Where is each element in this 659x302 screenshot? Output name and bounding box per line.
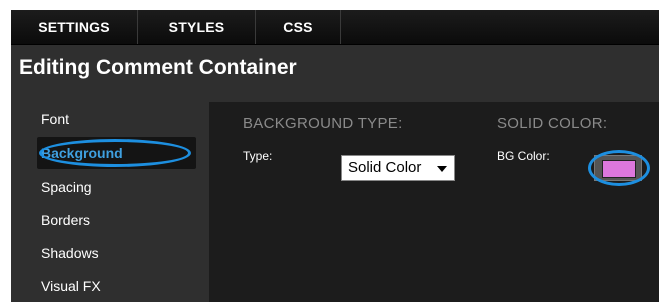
background-type-value: Solid Color — [348, 159, 422, 176]
solid-color-heading: SOLID COLOR: — [497, 115, 608, 132]
tab-styles[interactable]: STYLES — [138, 10, 256, 44]
page-title: Editing Comment Container — [19, 56, 297, 79]
background-type-select[interactable]: Solid Color — [341, 155, 455, 181]
type-label: Type: — [243, 149, 273, 163]
background-settings-panel — [209, 102, 659, 302]
background-type-heading: BACKGROUND TYPE: — [243, 115, 403, 132]
highlight-annotation-ring — [39, 139, 191, 167]
swatch-annotation-ring — [588, 150, 650, 186]
sidebar-item-shadows[interactable]: Shadows — [41, 245, 99, 261]
sidebar-item-spacing[interactable]: Spacing — [41, 179, 92, 195]
tab-settings[interactable]: SETTINGS — [11, 10, 138, 44]
editor-window: SETTINGS STYLES CSS Editing Comment Cont… — [11, 10, 659, 302]
tab-bar: SETTINGS STYLES CSS — [11, 10, 659, 45]
tab-css[interactable]: CSS — [256, 10, 341, 44]
chevron-down-icon — [437, 166, 447, 172]
sidebar-item-font[interactable]: Font — [41, 111, 69, 127]
sidebar-item-borders[interactable]: Borders — [41, 212, 90, 228]
sidebar-item-visual-fx[interactable]: Visual FX — [41, 278, 101, 294]
bg-color-label: BG Color: — [497, 149, 550, 163]
